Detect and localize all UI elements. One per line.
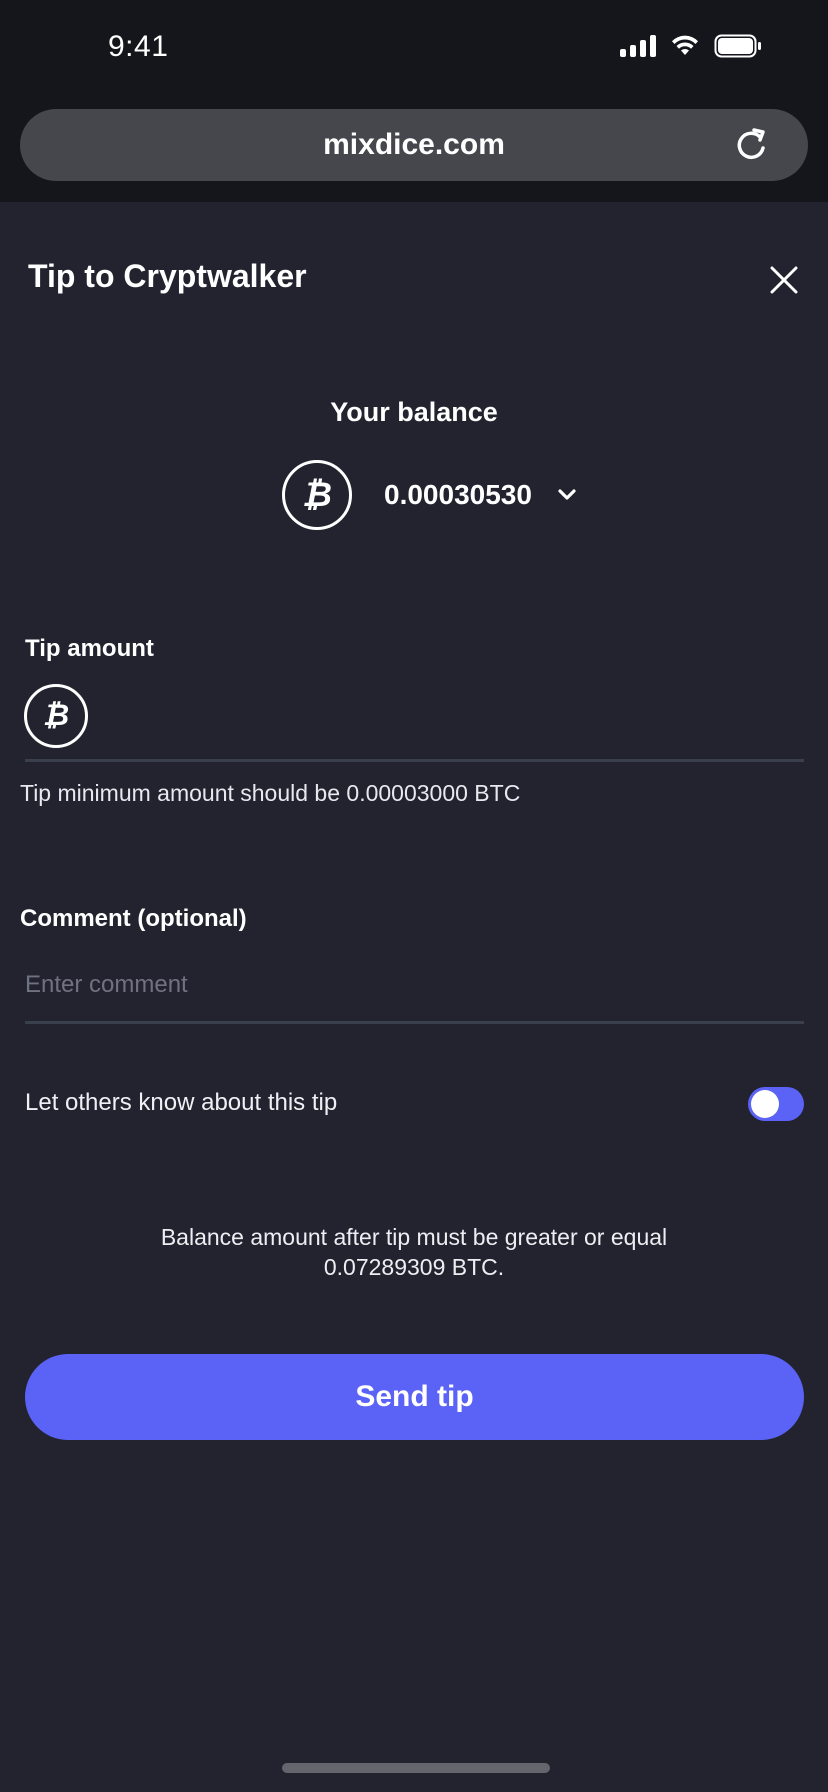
page: 9:41 mixdice.com Tip to Cryptwalker Your… [0, 0, 828, 1792]
tip-amount-underline [25, 759, 804, 762]
balance-note-line2: 0.07289309 BTC. [323, 1254, 505, 1280]
balance-selector[interactable]: ₿ 0.00030530 [282, 460, 580, 530]
tip-amount-input[interactable] [104, 692, 794, 742]
balance-value: 0.00030530 [384, 479, 532, 510]
balance-note: Balance amount after tip must be greater… [60, 1222, 768, 1282]
comment-label: Comment (optional) [20, 905, 247, 932]
comment-input[interactable] [25, 960, 804, 1010]
tip-minimum-hint: Tip minimum amount should be 0.00003000 … [20, 780, 521, 806]
wifi-icon [672, 35, 698, 55]
chevron-down-icon[interactable] [554, 482, 580, 508]
balance-note-line1: Balance amount after tip must be greater… [160, 1224, 668, 1250]
home-indicator [282, 1763, 550, 1773]
reload-icon[interactable] [732, 125, 770, 165]
cellular-signal-icon [620, 35, 656, 57]
balance-label: Your balance [330, 397, 498, 427]
url-text: mixdice.com [323, 128, 505, 161]
battery-icon [714, 34, 761, 58]
send-tip-button[interactable]: Send tip [25, 1354, 804, 1440]
bitcoin-icon: ₿ [24, 684, 88, 748]
modal-title: Tip to Cryptwalker [28, 258, 307, 294]
tip-amount-field[interactable]: ₿ [24, 684, 804, 764]
status-icons [620, 34, 762, 58]
comment-underline [25, 1021, 804, 1024]
bitcoin-icon: ₿ [282, 460, 352, 530]
public-tip-label: Let others know about this tip [25, 1089, 338, 1116]
close-icon[interactable] [766, 262, 802, 298]
browser-chrome: 9:41 mixdice.com [0, 0, 828, 202]
status-time: 9:41 [108, 30, 169, 63]
url-bar[interactable]: mixdice.com [20, 109, 808, 181]
toggle-knob [751, 1090, 779, 1118]
public-tip-toggle[interactable] [748, 1087, 804, 1121]
tip-amount-label: Tip amount [25, 635, 154, 662]
